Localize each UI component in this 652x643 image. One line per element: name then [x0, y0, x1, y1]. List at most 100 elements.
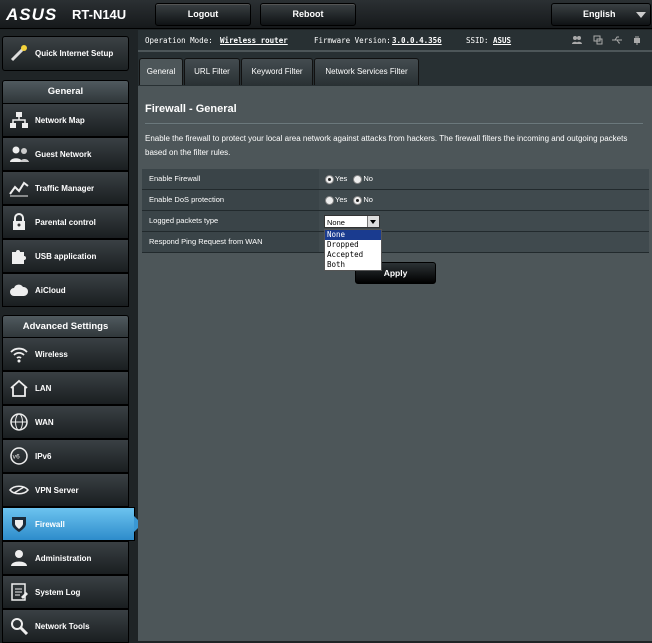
- status-bar: Operation Mode: Wireless router Firmware…: [138, 30, 652, 50]
- tools-icon: [11, 618, 29, 635]
- no-label: No: [363, 174, 373, 183]
- settings-table: Enable Firewall Yes No Enable DoS protec…: [142, 169, 649, 253]
- sidebar-item-label: Parental control: [35, 218, 96, 227]
- dropdown-option-accepted[interactable]: Accepted: [325, 250, 381, 260]
- table-row: Enable DoS protection Yes No: [142, 190, 649, 211]
- sidebar-item-label: Wireless: [35, 350, 68, 359]
- page-title: Firewall - General: [145, 103, 237, 115]
- sidebar: Quick Internet Setup General Network Map…: [0, 30, 142, 643]
- enable-dos-yes-radio[interactable]: [325, 195, 334, 205]
- tab-general[interactable]: General: [139, 58, 183, 85]
- sidebar-item-network-tools[interactable]: Network Tools: [2, 609, 129, 643]
- sidebar-item-label: USB application: [35, 252, 97, 261]
- sidebar-item-label: VPN Server: [35, 486, 79, 495]
- ipv6-icon: v6: [10, 447, 28, 465]
- main-panel: Operation Mode: Wireless router Firmware…: [138, 30, 652, 641]
- sidebar-item-label: Administration: [35, 554, 92, 563]
- sidebar-item-label: LAN: [35, 384, 52, 393]
- enable-firewall-yes-radio[interactable]: [325, 174, 334, 184]
- language-select[interactable]: English: [551, 3, 651, 26]
- enable-firewall-no-radio[interactable]: [353, 174, 363, 184]
- sidebar-item-network-map[interactable]: Network Map: [2, 103, 129, 137]
- tab-network-services-filter[interactable]: Network Services Filter: [314, 58, 419, 85]
- sidebar-item-aicloud[interactable]: AiCloud: [2, 273, 129, 307]
- lock-icon: [13, 213, 25, 230]
- sidebar-item-label: Network Map: [35, 116, 85, 125]
- sidebar-item-label: System Log: [35, 588, 81, 597]
- firmware-link[interactable]: 3.0.0.4.356: [392, 36, 442, 45]
- dropdown-option-none[interactable]: None: [325, 230, 381, 240]
- traffic-manager-icon: [9, 181, 29, 197]
- table-row: Respond Ping Request from WAN: [142, 232, 649, 253]
- devices-icon[interactable]: [593, 35, 603, 45]
- sidebar-item-lan[interactable]: LAN: [2, 371, 129, 405]
- page-description: Enable the firewall to protect your loca…: [145, 134, 628, 157]
- sidebar-item-label: Traffic Manager: [35, 184, 95, 193]
- language-value: English: [583, 9, 616, 19]
- sidebar-item-label: Guest Network: [35, 150, 92, 159]
- general-section-header: General: [2, 80, 129, 104]
- wireless-icon: [10, 347, 28, 363]
- sidebar-item-ipv6[interactable]: v6 IPv6: [2, 439, 129, 473]
- logout-button[interactable]: Logout: [155, 3, 251, 26]
- home-icon: [10, 379, 28, 397]
- title-divider: [145, 123, 643, 125]
- vpn-icon: [9, 485, 29, 495]
- firmware-label: Firmware Version:: [314, 36, 391, 45]
- clients-icon[interactable]: [572, 35, 582, 45]
- sidebar-item-wan[interactable]: WAN: [2, 405, 129, 439]
- dropdown-option-dropped[interactable]: Dropped: [325, 240, 381, 250]
- globe-icon: [10, 413, 28, 431]
- chevron-down-icon: [636, 12, 646, 18]
- quick-internet-setup-button[interactable]: Quick Internet Setup: [2, 36, 129, 71]
- sidebar-item-parental-control[interactable]: Parental control: [2, 205, 129, 239]
- sidebar-item-label: Firewall: [35, 520, 65, 529]
- logged-packets-select[interactable]: None: [324, 215, 380, 228]
- sidebar-item-label: AiCloud: [35, 286, 66, 295]
- yes-label: Yes: [335, 174, 348, 183]
- sidebar-item-guest-network[interactable]: Guest Network: [2, 137, 129, 171]
- enable-firewall-label: Enable Firewall: [142, 169, 319, 189]
- ssid-label: SSID:: [466, 36, 489, 45]
- ssid-link[interactable]: ASUS: [493, 36, 511, 45]
- svg-text:v6: v6: [13, 454, 21, 461]
- power-plug-icon[interactable]: [632, 35, 642, 45]
- logged-packets-dropdown: None Dropped Accepted Both: [324, 229, 382, 271]
- log-icon: [11, 583, 28, 601]
- enable-dos-options: Yes No: [325, 190, 373, 210]
- chevron-down-icon[interactable]: [367, 216, 379, 227]
- asus-logo: ASUS: [6, 5, 58, 24]
- table-row: Enable Firewall Yes No: [142, 169, 649, 190]
- sidebar-item-vpn-server[interactable]: VPN Server: [2, 473, 129, 507]
- sidebar-item-firewall[interactable]: Firewall: [2, 507, 142, 541]
- tab-bar: General URL Filter Keyword Filter Networ…: [138, 52, 652, 86]
- sidebar-item-label: IPv6: [35, 452, 52, 461]
- respond-ping-label: Respond Ping Request from WAN: [142, 232, 319, 252]
- cloud-icon: [10, 284, 29, 296]
- sidebar-item-wireless[interactable]: Wireless: [2, 337, 129, 371]
- sidebar-item-system-log[interactable]: System Log: [2, 575, 129, 609]
- tab-keyword-filter[interactable]: Keyword Filter: [241, 58, 313, 85]
- top-bar: ASUS RT-N14U Logout Reboot English: [0, 0, 652, 29]
- enable-dos-no-radio[interactable]: [353, 195, 363, 205]
- sidebar-item-traffic-manager[interactable]: Traffic Manager: [2, 171, 129, 205]
- sidebar-item-label: WAN: [35, 418, 54, 427]
- sidebar-item-administration[interactable]: Administration: [2, 541, 129, 575]
- magic-wand-icon: [10, 45, 27, 62]
- network-map-icon: [10, 112, 28, 128]
- enable-dos-label: Enable DoS protection: [142, 190, 319, 210]
- tab-url-filter[interactable]: URL Filter: [184, 58, 240, 85]
- enable-firewall-options: Yes No: [325, 169, 373, 189]
- table-row: Logged packets type: [142, 211, 649, 232]
- usb-icon[interactable]: [612, 35, 622, 45]
- dropdown-option-both[interactable]: Both: [325, 260, 381, 270]
- op-mode-link[interactable]: Wireless router: [220, 36, 288, 45]
- advanced-section-header: Advanced Settings: [2, 315, 129, 339]
- no-label: No: [363, 195, 373, 204]
- sidebar-item-usb-application[interactable]: USB application: [2, 239, 129, 273]
- reboot-button[interactable]: Reboot: [260, 3, 356, 26]
- logged-packets-label: Logged packets type: [142, 211, 319, 231]
- select-value: None: [327, 218, 345, 227]
- op-mode-label: Operation Mode:: [145, 36, 213, 45]
- yes-label: Yes: [335, 195, 348, 204]
